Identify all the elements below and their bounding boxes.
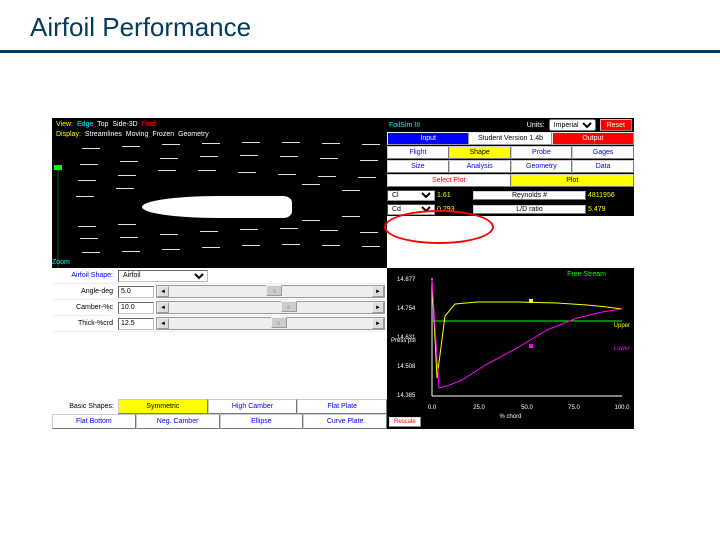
- top-row: View: Edge Top Side-3D Find Display: Str…: [52, 118, 634, 268]
- thick-slider[interactable]: ◄|||►: [156, 317, 385, 330]
- cl-select[interactable]: Cl: [387, 190, 435, 201]
- left-arrow-icon[interactable]: ◄: [157, 286, 169, 297]
- basic-shapes-row: Basic Shapes: Symmetric High Camber Flat…: [52, 399, 387, 414]
- thick-label: Thick-%crd: [54, 320, 116, 327]
- xtick: 50.0: [521, 405, 533, 411]
- ytick: 14.754: [397, 306, 415, 312]
- shape-neg-camber[interactable]: Neg. Camber: [136, 414, 220, 429]
- params-panel: Airfoil Shape: Airfoil Angle-deg 5.0 ◄||…: [52, 268, 387, 429]
- thick-value[interactable]: 12.5: [118, 318, 154, 330]
- reynolds-value: 4811956: [586, 192, 634, 199]
- visualization-panel: View: Edge Top Side-3D Find Display: Str…: [52, 118, 387, 268]
- select-plot-button[interactable]: Select Plot: [387, 174, 511, 187]
- cl-value: 1.61: [435, 192, 473, 199]
- io-label-row: Input Student Version 1.4b Output: [387, 132, 634, 146]
- ld-value: 5.479: [586, 206, 634, 213]
- cd-value: 0.293: [435, 206, 473, 213]
- legend-lower: Lower: [614, 346, 630, 352]
- tab-probe[interactable]: Probe: [511, 146, 573, 159]
- version-label: Student Version 1.4b: [469, 132, 551, 145]
- right-arrow-icon[interactable]: ►: [372, 286, 384, 297]
- shape-flat-bottom[interactable]: Flat Bottom: [52, 414, 136, 429]
- bottom-row: Airfoil Shape: Airfoil Angle-deg 5.0 ◄||…: [52, 268, 634, 429]
- tabs-row-1: Flight Shape Probe Gages: [387, 146, 634, 160]
- shape-curve-plate[interactable]: Curve Plate: [303, 414, 387, 429]
- header-bar: FoilSim III Units: Imperial Reset: [387, 118, 634, 132]
- xtick: 75.0: [568, 405, 580, 411]
- cl-row: Cl 1.61 Reynolds # 4811956: [387, 188, 634, 202]
- tab-analysis[interactable]: Analysis: [449, 160, 511, 173]
- title-underline: [0, 50, 720, 53]
- shape-flat-plate[interactable]: Flat Plate: [297, 399, 387, 414]
- tab-flight[interactable]: Flight: [387, 146, 449, 159]
- more-shapes-row: Flat Bottom Neg. Camber Ellipse Curve Pl…: [52, 414, 387, 429]
- xtick: 25.0: [473, 405, 485, 411]
- xtick: 0.0: [428, 405, 436, 411]
- tab-size[interactable]: Size: [387, 160, 449, 173]
- camber-slider[interactable]: ◄|||►: [156, 301, 385, 314]
- tab-shape[interactable]: Shape: [449, 146, 511, 159]
- ytick: 14.877: [397, 277, 415, 283]
- x-axis-label: % chord: [499, 414, 521, 420]
- tab-data[interactable]: Data: [572, 160, 634, 173]
- angle-slider[interactable]: ◄|||►: [156, 285, 385, 298]
- ytick: 14.385: [397, 393, 415, 399]
- plot-row: Select Plot Plot: [387, 174, 634, 188]
- left-arrow-icon[interactable]: ◄: [157, 302, 169, 313]
- legend-upper: Upper: [614, 323, 630, 329]
- plot-button[interactable]: Plot: [511, 174, 635, 187]
- tab-gages[interactable]: Gages: [572, 146, 634, 159]
- output-label: Output: [552, 132, 634, 145]
- airfoil-shape-select[interactable]: Airfoil: [118, 270, 208, 282]
- airfoil-shape-label: Airfoil Shape:: [54, 272, 116, 279]
- ld-label: L/D ratio: [473, 205, 586, 214]
- thick-row: Thick-%crd 12.5 ◄|||►: [52, 316, 387, 332]
- shape-symmetric[interactable]: Symmetric: [118, 399, 208, 414]
- shape-high-camber[interactable]: High Camber: [208, 399, 298, 414]
- right-arrow-icon[interactable]: ►: [372, 318, 384, 329]
- shape-ellipse[interactable]: Ellipse: [220, 414, 304, 429]
- angle-label: Angle-deg: [54, 288, 116, 295]
- camber-row: Camber-%c 10.0 ◄|||►: [52, 300, 387, 316]
- camber-value[interactable]: 10.0: [118, 302, 154, 314]
- cd-select[interactable]: Cd: [387, 204, 435, 215]
- pressure-plot: Free Stream 14.877 14.754 14.631 14.508 …: [387, 268, 634, 429]
- units-label: Units:: [527, 122, 545, 129]
- cd-row: Cd 0.293 L/D ratio 5.479: [387, 202, 634, 216]
- slide-title: Airfoil Performance: [30, 12, 251, 43]
- airfoil-shape: [142, 196, 292, 218]
- app-name: FoilSim III: [389, 122, 420, 129]
- tab-geometry[interactable]: Geometry: [511, 160, 573, 173]
- plot-svg: [387, 268, 634, 429]
- rescale-button[interactable]: Rescale: [389, 417, 421, 427]
- left-arrow-icon[interactable]: ◄: [157, 318, 169, 329]
- camber-label: Camber-%c: [54, 304, 116, 311]
- airfoil-shape-row: Airfoil Shape: Airfoil: [52, 268, 387, 284]
- input-label: Input: [387, 132, 469, 145]
- right-arrow-icon[interactable]: ►: [372, 302, 384, 313]
- angle-value[interactable]: 5.0: [118, 286, 154, 298]
- control-panel: FoilSim III Units: Imperial Reset Input …: [387, 118, 634, 268]
- basic-shapes-label: Basic Shapes:: [52, 399, 118, 414]
- reynolds-label: Reynolds #: [473, 191, 586, 200]
- tabs-row-2: Size Analysis Geometry Data: [387, 160, 634, 174]
- reset-button[interactable]: Reset: [600, 119, 632, 131]
- angle-row: Angle-deg 5.0 ◄|||►: [52, 284, 387, 300]
- units-select[interactable]: Imperial: [549, 119, 596, 131]
- y-axis-label: Press psi: [391, 338, 416, 345]
- foilsim-app: View: Edge Top Side-3D Find Display: Str…: [52, 118, 634, 429]
- xtick: 100.0: [614, 405, 629, 411]
- streamlines: [52, 118, 387, 268]
- ytick: 14.508: [397, 364, 415, 370]
